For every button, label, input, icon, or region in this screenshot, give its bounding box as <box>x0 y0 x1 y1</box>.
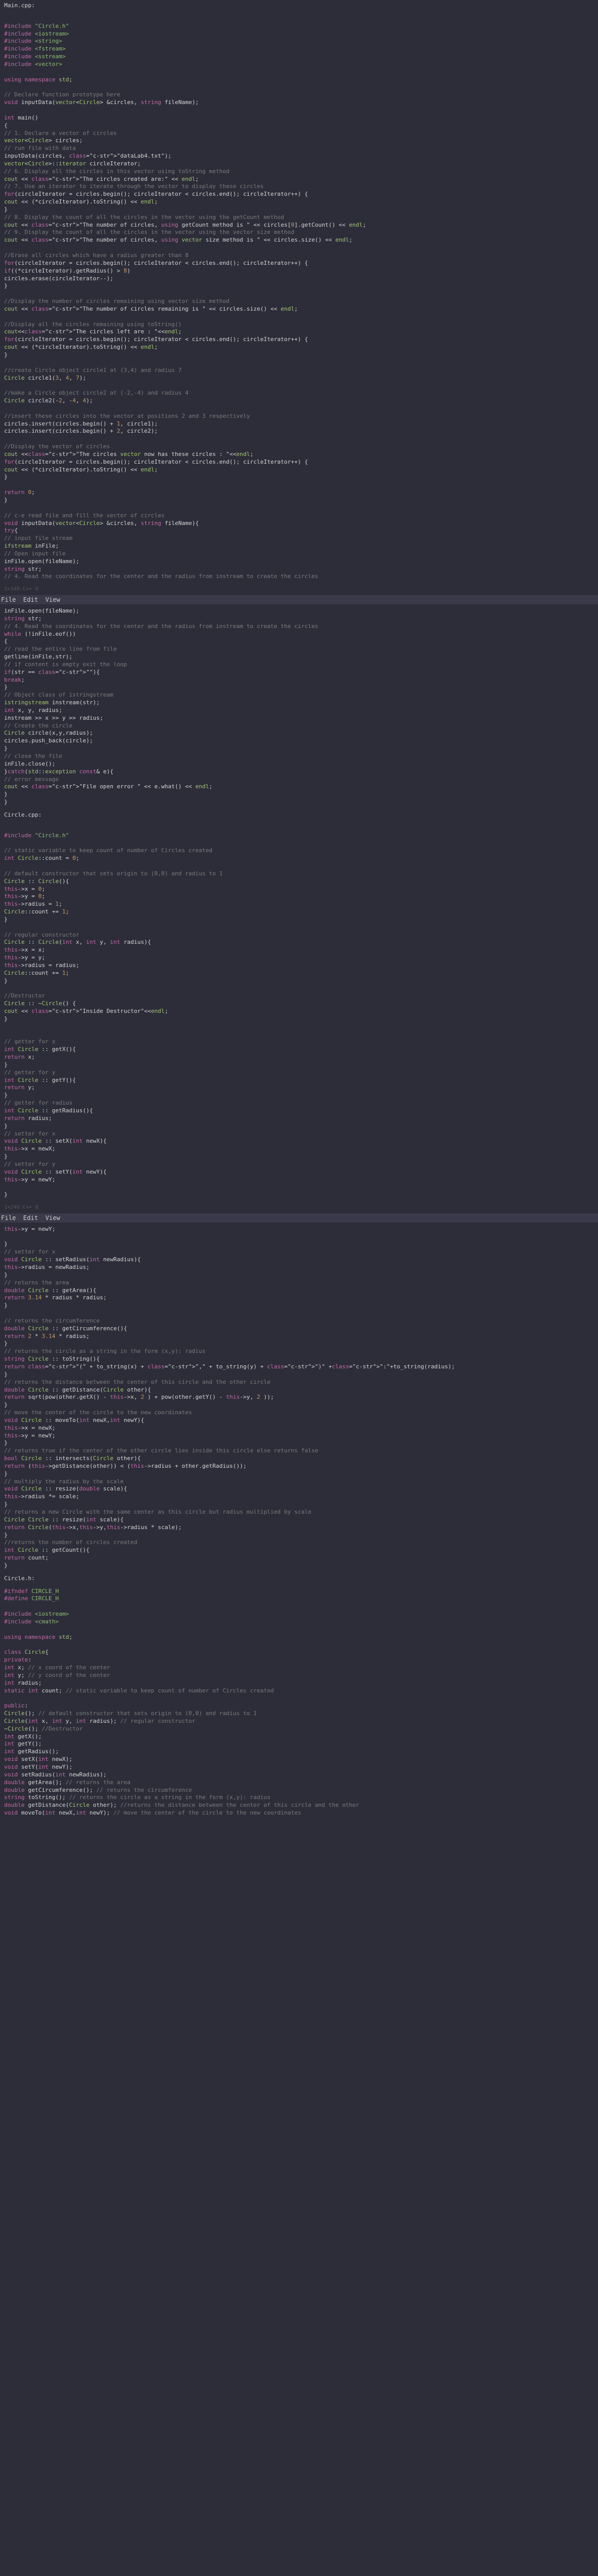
menu-file[interactable]: File <box>1 596 16 604</box>
menu-bar: File Edit View <box>0 595 598 604</box>
menu-view-2[interactable]: View <box>45 1214 60 1222</box>
code-editor-circleh: #ifndef CIRCLE_H #define CIRCLE_H #inclu… <box>0 1585 598 1820</box>
file-status-1: 1×340.C++ 8 <box>0 584 598 595</box>
code-editor-circlecpp2: this->y = newY; } // setter for x void C… <box>0 1223 598 1573</box>
menu-edit[interactable]: Edit <box>23 596 38 604</box>
menu-view[interactable]: View <box>45 596 60 604</box>
circlecpp-title: Circle.cpp: <box>0 809 598 821</box>
menu-edit-2[interactable]: Edit <box>23 1214 38 1222</box>
code-editor-circlecpp: #include "Circle.h" // static variable t… <box>0 821 598 1202</box>
code-editor-main: #include "Circle.h" #include <iostream> … <box>0 12 598 584</box>
main-title: Main.cpp: <box>0 0 598 12</box>
menu-file-2[interactable]: File <box>1 1214 16 1222</box>
file-status-2: 1×240.C++ 8 <box>0 1202 598 1213</box>
menu-bar-2: File Edit View <box>0 1213 598 1223</box>
code-editor-main2: inFile.open(fileName); string str; // 4.… <box>0 604 598 809</box>
circleh-title: Circle.h: <box>0 1573 598 1585</box>
